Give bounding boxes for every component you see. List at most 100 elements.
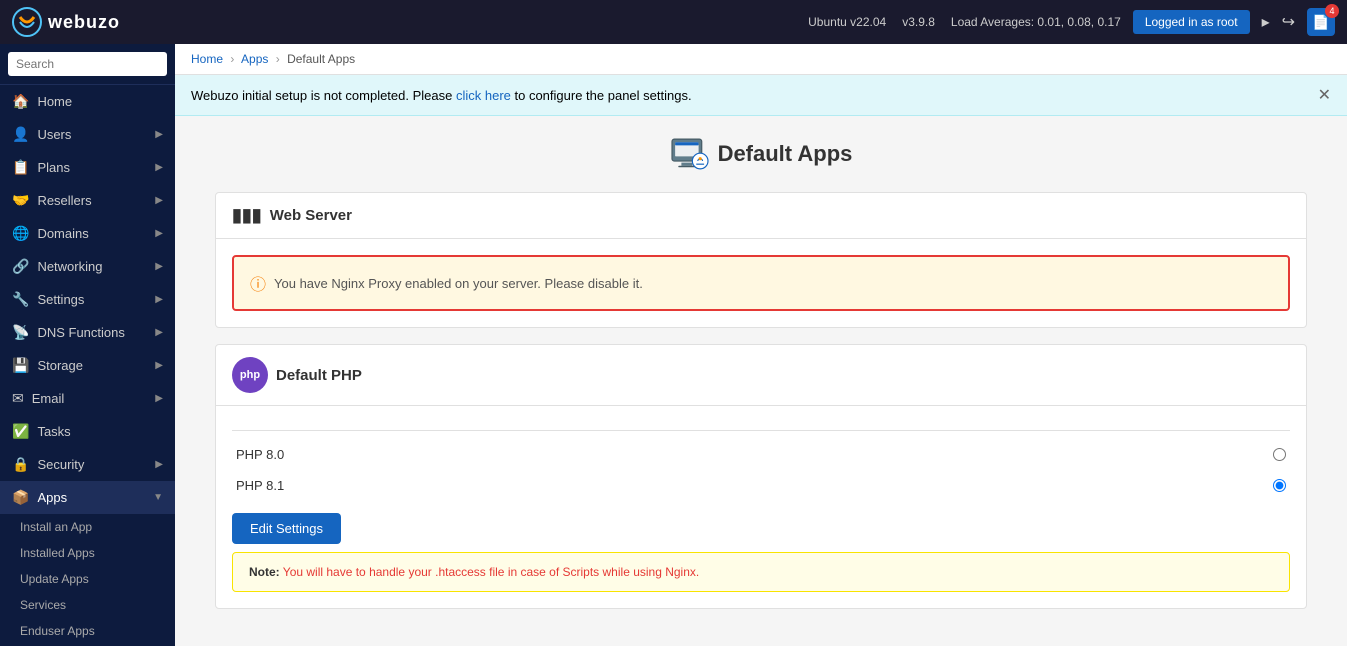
alert-before: Webuzo initial setup is not completed. P…: [191, 88, 456, 103]
sidebar-item-security[interactable]: 🔒 Security ▶: [0, 448, 175, 481]
chevron-icon: ▶: [155, 228, 163, 239]
sidebar-item-tasks[interactable]: ✅ Tasks: [0, 415, 175, 448]
breadcrumb-sep: ›: [276, 52, 280, 66]
sidebar-item-label: Settings: [37, 292, 155, 307]
users-icon: 👤: [12, 126, 29, 143]
breadcrumb-current: Default Apps: [287, 52, 355, 66]
breadcrumb-apps[interactable]: Apps: [241, 52, 268, 66]
sidebar-sub-label: Update Apps: [20, 572, 89, 586]
chevron-icon: ▶: [155, 294, 163, 305]
sidebar-item-label: Domains: [37, 226, 155, 241]
sidebar-item-dns[interactable]: 📡 DNS Functions ▶: [0, 316, 175, 349]
chevron-icon: ▶: [155, 360, 163, 371]
alert-banner: Webuzo initial setup is not completed. P…: [175, 75, 1347, 116]
alert-message: Webuzo initial setup is not completed. P…: [191, 88, 692, 103]
breadcrumb: Home › Apps › Default Apps: [175, 44, 1347, 75]
sidebar-item-plans[interactable]: 📋 Plans ▶: [0, 151, 175, 184]
php-icon: php: [232, 357, 268, 393]
php-80-row: PHP 8.0: [232, 439, 1290, 470]
web-server-header: ▮▮▮ Web Server: [216, 193, 1306, 239]
sidebar-item-label: Apps: [37, 490, 153, 505]
security-icon: 🔒: [12, 456, 29, 473]
sidebar-item-label: Storage: [37, 358, 155, 373]
divider: [232, 430, 1290, 431]
sidebar-sub-services[interactable]: Services: [0, 592, 175, 618]
content-area: Default Apps ▮▮▮ Web Server ⓘ You have N…: [175, 116, 1347, 646]
email-icon: ✉: [12, 390, 24, 407]
ubuntu-label: Ubuntu v22.04: [808, 15, 886, 29]
chevron-icon: ▶: [155, 129, 163, 140]
chevron-icon: ▶: [155, 162, 163, 173]
search-input[interactable]: [8, 52, 167, 76]
apps-icon: 📦: [12, 489, 29, 506]
sidebar-item-label: DNS Functions: [37, 325, 155, 340]
resellers-icon: 🤝: [12, 192, 29, 209]
sidebar-item-label: Email: [32, 391, 156, 406]
php-81-row: PHP 8.1: [232, 470, 1290, 501]
sidebar-sub-label: Services: [20, 598, 66, 612]
sidebar-item-label: Users: [37, 127, 155, 142]
sidebar-item-label: Security: [37, 457, 155, 472]
load-label: Load Averages: 0.01, 0.08, 0.17: [951, 15, 1121, 29]
sidebar-item-storage[interactable]: 💾 Storage ▶: [0, 349, 175, 382]
home-icon: 🏠: [12, 93, 29, 110]
notification-badge[interactable]: 📄 4: [1307, 8, 1335, 36]
chevron-icon: ▶: [155, 459, 163, 470]
note-box: Note: You will have to handle your .htac…: [232, 552, 1290, 592]
settings-icon: 🔧: [12, 291, 29, 308]
chevron-icon: ▶: [155, 261, 163, 272]
breadcrumb-home[interactable]: Home: [191, 52, 223, 66]
note-text: You will have to handle your .htaccess f…: [280, 565, 700, 579]
sidebar-item-email[interactable]: ✉ Email ▶: [0, 382, 175, 415]
sidebar-item-label: Home: [37, 94, 163, 109]
topbar-info: Ubuntu v22.04 v3.9.8 Load Averages: 0.01…: [808, 15, 1121, 29]
sidebar-sub-update-apps[interactable]: Update Apps: [0, 566, 175, 592]
sidebar-sub-label: Enduser Apps: [20, 624, 95, 638]
tasks-icon: ✅: [12, 423, 29, 440]
sidebar-item-settings[interactable]: 🔧 Settings ▶: [0, 283, 175, 316]
topbar: webuzo Ubuntu v22.04 v3.9.8 Load Average…: [0, 0, 1347, 44]
alert-link[interactable]: click here: [456, 88, 511, 103]
domains-icon: 🌐: [12, 225, 29, 242]
web-server-icon: ▮▮▮: [232, 205, 262, 226]
sidebar-item-networking[interactable]: 🔗 Networking ▶: [0, 250, 175, 283]
php-body: PHP 8.0 PHP 8.1 Edit Settings Note: You …: [216, 406, 1306, 608]
warning-text: You have Nginx Proxy enabled on your ser…: [274, 276, 643, 291]
plans-icon: 📋: [12, 159, 29, 176]
warning-icon: ⓘ: [250, 271, 266, 295]
main-content: Home › Apps › Default Apps Webuzo initia…: [175, 44, 1347, 646]
terminal-icon[interactable]: ▸: [1262, 12, 1270, 32]
chevron-icon: ▶: [155, 393, 163, 404]
warning-box: ⓘ You have Nginx Proxy enabled on your s…: [232, 255, 1290, 311]
sidebar-sub-install-app[interactable]: Install an App: [0, 514, 175, 540]
sidebar-sub-enduser-apps[interactable]: Enduser Apps: [0, 618, 175, 644]
sidebar-item-resellers[interactable]: 🤝 Resellers ▶: [0, 184, 175, 217]
sidebar-item-users[interactable]: 👤 Users ▶: [0, 118, 175, 151]
web-server-title: Web Server: [270, 207, 352, 224]
sidebar-sub-label: Installed Apps: [20, 546, 95, 560]
sidebar-sub-installed-apps[interactable]: Installed Apps: [0, 540, 175, 566]
php-81-label: PHP 8.1: [236, 478, 284, 493]
php-80-radio[interactable]: [1273, 448, 1286, 461]
chevron-icon: ▶: [155, 327, 163, 338]
breadcrumb-sep: ›: [230, 52, 234, 66]
sidebar-item-label: Plans: [37, 160, 155, 175]
sidebar-item-apps[interactable]: 📦 Apps ▼: [0, 481, 175, 514]
sidebar-item-domains[interactable]: 🌐 Domains ▶: [0, 217, 175, 250]
logout-icon[interactable]: ↪: [1282, 12, 1295, 32]
sidebar-item-label: Networking: [37, 259, 155, 274]
chevron-icon: ▶: [155, 195, 163, 206]
note-label: Note:: [249, 565, 280, 579]
alert-close-button[interactable]: ✕: [1318, 85, 1331, 105]
version-label: v3.9.8: [902, 15, 935, 29]
sidebar-search-container: [0, 44, 175, 85]
edit-settings-button[interactable]: Edit Settings: [232, 513, 341, 544]
logo-text: webuzo: [48, 12, 120, 33]
sidebar-item-home[interactable]: 🏠 Home: [0, 85, 175, 118]
php-title: Default PHP: [276, 367, 362, 384]
page-title-text: Default Apps: [718, 141, 853, 167]
logged-in-button[interactable]: Logged in as root: [1133, 10, 1250, 34]
php-81-radio[interactable]: [1273, 479, 1286, 492]
page-title: Default Apps: [215, 136, 1307, 172]
web-server-card: ▮▮▮ Web Server ⓘ You have Nginx Proxy en…: [215, 192, 1307, 328]
